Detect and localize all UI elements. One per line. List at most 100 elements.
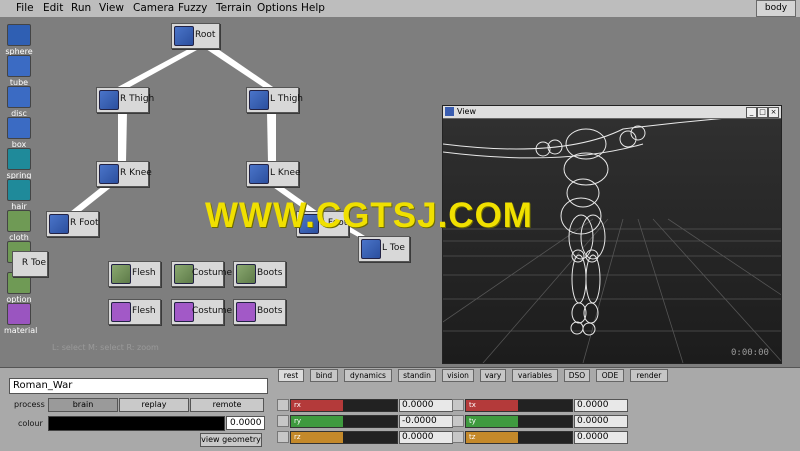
menu-view[interactable]: View <box>99 2 124 14</box>
node-r-toe[interactable]: R Toe <box>12 251 48 277</box>
tool-cloth[interactable]: cloth <box>4 210 34 242</box>
node-r-thigh[interactable]: R Thigh <box>96 87 154 113</box>
tool-box[interactable]: box <box>4 117 34 149</box>
view-title: View <box>457 107 476 116</box>
menu-fuzzy[interactable]: Fuzzy <box>178 2 207 14</box>
tab-dynamics[interactable]: dynamics <box>344 369 392 382</box>
value-ty[interactable]: 0.0000 <box>574 415 628 428</box>
segment-icon <box>249 164 269 184</box>
slider-ry[interactable]: ry <box>290 415 398 428</box>
tube-icon <box>7 55 31 77</box>
timecode: 0:00:00 <box>731 348 769 358</box>
node-material-costume[interactable]: Costume <box>171 299 232 325</box>
viewport-3d[interactable]: 0:00:00 <box>443 119 781 363</box>
tool-spring[interactable]: spring <box>4 148 34 180</box>
disc-icon <box>7 86 31 108</box>
body-button[interactable]: body <box>756 0 796 17</box>
tab-dso[interactable]: DSO <box>564 369 590 382</box>
node-geo-boots[interactable]: Boots <box>233 261 286 287</box>
tool-disc[interactable]: disc <box>4 86 34 118</box>
menu-terrain[interactable]: Terrain <box>216 2 252 14</box>
tab-ode[interactable]: ODE <box>596 369 624 382</box>
agent-name-field[interactable]: Roman_War <box>9 378 268 394</box>
channel-switch-ry[interactable] <box>277 415 289 427</box>
channel-switch-rx[interactable] <box>277 399 289 411</box>
sphere-icon <box>7 24 31 46</box>
geo-icon <box>236 264 256 284</box>
menu-camera[interactable]: Camera <box>133 2 174 14</box>
mouse-hint: L: select M: select R: zoom <box>52 343 159 352</box>
segment-icon <box>249 90 269 110</box>
value-rx[interactable]: 0.0000 <box>399 399 453 412</box>
tool-hair[interactable]: hair <box>4 179 34 211</box>
bottom-panel: Roman_War process brain replay remote co… <box>0 367 800 451</box>
link-rthigh-rknee <box>118 112 127 162</box>
channel-switch-tx[interactable] <box>452 399 464 411</box>
material-icon <box>236 302 256 322</box>
colour-slider[interactable] <box>48 416 225 431</box>
slider-ty[interactable]: ty <box>465 415 573 428</box>
process-label: process <box>14 400 45 409</box>
value-rz[interactable]: 0.0000 <box>399 431 453 444</box>
channel-switch-rz[interactable] <box>277 431 289 443</box>
menu-run[interactable]: Run <box>71 2 91 14</box>
segment-icon <box>99 90 119 110</box>
slider-tz[interactable]: tz <box>465 431 573 444</box>
value-tx[interactable]: 0.0000 <box>574 399 628 412</box>
node-geo-costume[interactable]: Costume <box>171 261 232 287</box>
menu-bar: File Edit Run View Camera Fuzzy Terrain … <box>0 0 800 18</box>
node-root[interactable]: Root <box>171 23 220 49</box>
tool-sphere[interactable]: sphere <box>4 24 34 56</box>
segment-icon <box>361 239 381 259</box>
process-remote-button[interactable]: remote <box>190 398 264 412</box>
minimize-icon[interactable]: _ <box>746 107 757 118</box>
slider-rz[interactable]: rz <box>290 431 398 444</box>
window-icon <box>445 107 454 116</box>
view-geometry-button[interactable]: view geometry <box>200 433 262 447</box>
slider-tx[interactable]: tx <box>465 399 573 412</box>
material-icon <box>111 302 131 322</box>
node-r-foot[interactable]: R Foot <box>46 211 99 237</box>
tab-vision[interactable]: vision <box>442 369 474 382</box>
node-material-boots[interactable]: Boots <box>233 299 286 325</box>
segment-icon <box>174 26 194 46</box>
channel-switch-ty[interactable] <box>452 415 464 427</box>
channel-switch-tz[interactable] <box>452 431 464 443</box>
tool-material[interactable]: material <box>4 303 37 335</box>
hair-icon <box>7 179 31 201</box>
process-brain-button[interactable]: brain <box>48 398 118 412</box>
material-icon <box>7 303 31 325</box>
menu-options[interactable]: Options <box>257 2 298 14</box>
node-material-flesh[interactable]: Flesh <box>108 299 161 325</box>
process-replay-button[interactable]: replay <box>119 398 189 412</box>
node-l-toe[interactable]: L Toe <box>358 236 410 262</box>
tool-tube[interactable]: tube <box>4 55 34 87</box>
menu-edit[interactable]: Edit <box>43 2 63 14</box>
node-l-thigh[interactable]: L Thigh <box>246 87 303 113</box>
menu-help[interactable]: Help <box>301 2 325 14</box>
menu-file[interactable]: File <box>16 2 34 14</box>
maximize-icon[interactable]: □ <box>757 107 768 118</box>
tab-render[interactable]: render <box>630 369 668 382</box>
box-icon <box>7 117 31 139</box>
value-ry[interactable]: -0.0000 <box>399 415 453 428</box>
node-r-knee[interactable]: R Knee <box>96 161 152 187</box>
watermark: WWW.CGTSJ.COM <box>205 196 533 235</box>
tab-variables[interactable]: variables <box>512 369 558 382</box>
colour-value[interactable]: 0.0000 <box>226 416 265 430</box>
tab-vary[interactable]: vary <box>480 369 506 382</box>
close-icon[interactable]: × <box>768 107 779 118</box>
material-icon <box>174 302 194 322</box>
geo-icon <box>111 264 131 284</box>
slider-rx[interactable]: rx <box>290 399 398 412</box>
tab-bind[interactable]: bind <box>310 369 338 382</box>
link-root-rthigh <box>114 45 206 89</box>
tab-standin[interactable]: standin <box>398 369 436 382</box>
value-tz[interactable]: 0.0000 <box>574 431 628 444</box>
tab-rest[interactable]: rest <box>278 369 304 382</box>
view-titlebar[interactable]: View _ □ × <box>443 106 781 119</box>
node-l-knee[interactable]: L Knee <box>246 161 301 187</box>
colour-label: colour <box>18 419 43 428</box>
spring-icon <box>7 148 31 170</box>
node-geo-flesh[interactable]: Flesh <box>108 261 161 287</box>
